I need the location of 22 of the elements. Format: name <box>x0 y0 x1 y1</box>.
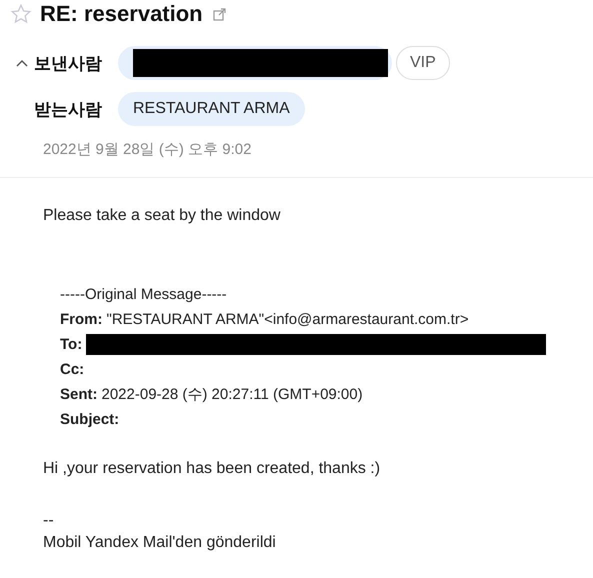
body-text: Please take a seat by the window <box>43 207 282 226</box>
popout-icon[interactable] <box>212 8 226 20</box>
body-text: Hi ,your reservation has been created, thanks :) <box>43 460 382 479</box>
email-subject: RE: reservation <box>40 1 203 27</box>
header-label: Cc: <box>60 360 84 380</box>
field-label: 받는사람 <box>34 98 103 120</box>
field-label: 보낸사람 <box>34 52 103 74</box>
header-label: From: <box>60 310 102 330</box>
quote-separator: -----Original Message----- <box>60 285 228 305</box>
vip-button[interactable]: VIP <box>396 46 450 80</box>
header-label: Sent: <box>60 385 98 405</box>
header-value: "RESTAURANT ARMA"<info@armarestaurant.com.tr> <box>106 310 469 330</box>
sender-chip[interactable] <box>118 46 392 80</box>
signature-text: Mobil Yandex Mail'den gönderildi <box>43 534 277 553</box>
header-value: 2022-09-28 (수) 20:27:11 (GMT+09:00) <box>102 385 363 405</box>
email-date: 2022년 9월 28일 (수) 오후 9:02 <box>43 140 252 160</box>
recipient-chip[interactable]: RESTAURANT ARMA <box>118 92 305 126</box>
header-label: Subject: <box>60 410 120 430</box>
collapse-chevron-icon[interactable] <box>16 59 28 67</box>
star-icon[interactable] <box>10 3 32 25</box>
header-label: To: <box>60 335 82 355</box>
signature-separator: -- <box>43 512 55 531</box>
